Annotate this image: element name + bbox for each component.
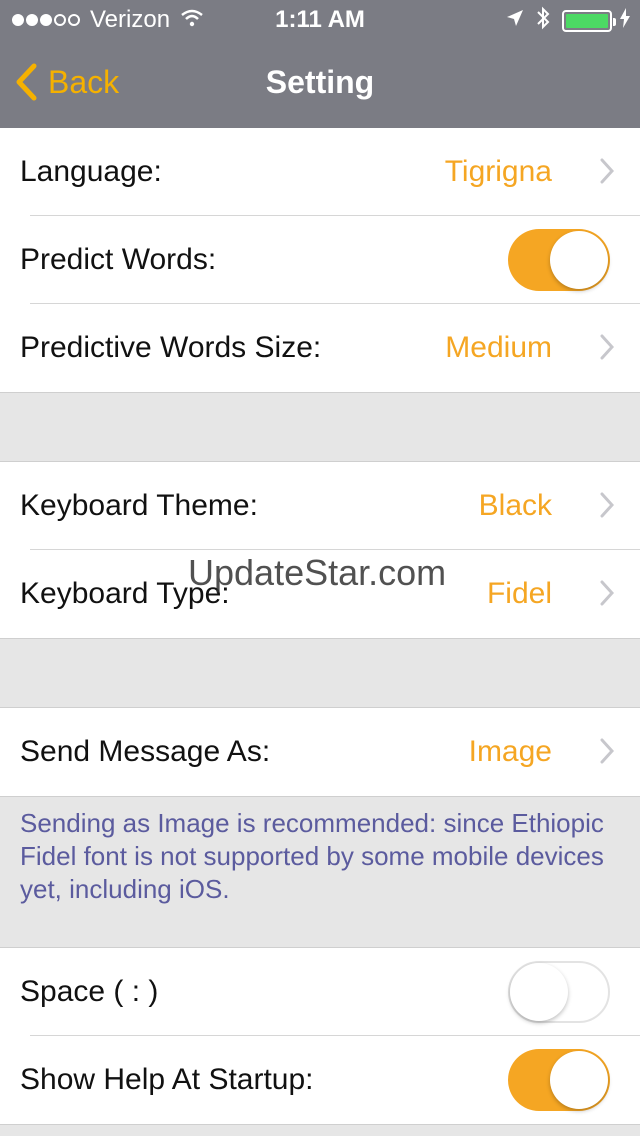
show-help-row: Show Help At Startup: bbox=[0, 1036, 640, 1124]
space-toggle[interactable] bbox=[508, 961, 610, 1023]
charging-icon bbox=[620, 8, 630, 33]
space-label: Space ( : ) bbox=[20, 975, 159, 1008]
chevron-right-icon bbox=[600, 738, 614, 764]
navigation-bar: Back Setting bbox=[0, 40, 640, 128]
predictive-size-row[interactable]: Predictive Words Size: Medium bbox=[0, 304, 640, 392]
chevron-right-icon bbox=[600, 492, 614, 518]
send-message-note: Sending as Image is recommended: since E… bbox=[20, 808, 604, 904]
send-message-label: Send Message As: bbox=[20, 735, 271, 768]
predict-words-toggle[interactable] bbox=[508, 229, 610, 291]
settings-group-general: Language: Tigrigna Predict Words: Predic… bbox=[0, 128, 640, 392]
settings-group-keyboard: Keyboard Theme: Black Keyboard Type: Fid… bbox=[0, 462, 640, 638]
header: Verizon 1:11 AM Back Setting bbox=[0, 0, 640, 128]
show-help-toggle[interactable] bbox=[508, 1049, 610, 1111]
predict-words-label: Predict Words: bbox=[20, 243, 217, 276]
chevron-right-icon bbox=[600, 158, 614, 184]
space-row: Space ( : ) bbox=[0, 948, 640, 1036]
keyboard-type-value: Fidel bbox=[486, 577, 552, 610]
settings-group-misc: Space ( : ) Show Help At Startup: bbox=[0, 948, 640, 1124]
battery-icon bbox=[562, 9, 616, 32]
send-message-row[interactable]: Send Message As: Image bbox=[0, 708, 640, 796]
predictive-size-label: Predictive Words Size: bbox=[20, 331, 322, 364]
predict-words-row: Predict Words: bbox=[0, 216, 640, 304]
show-help-label: Show Help At Startup: bbox=[20, 1063, 314, 1096]
settings-group-message: Send Message As: Image bbox=[0, 708, 640, 796]
send-message-value: Image bbox=[468, 735, 552, 768]
keyboard-theme-row[interactable]: Keyboard Theme: Black bbox=[0, 462, 640, 550]
page-title: Setting bbox=[265, 64, 375, 100]
language-label: Language: bbox=[20, 155, 162, 188]
keyboard-theme-label: Keyboard Theme: bbox=[20, 489, 258, 522]
location-arrow-icon bbox=[506, 9, 524, 32]
status-bar: Verizon 1:11 AM bbox=[0, 0, 640, 40]
predictive-size-value: Medium bbox=[445, 331, 552, 364]
watermark: UpdateStar.com bbox=[188, 552, 447, 593]
chevron-right-icon bbox=[600, 334, 614, 360]
bluetooth-icon bbox=[536, 6, 550, 35]
settings-list: Language: Tigrigna Predict Words: Predic… bbox=[0, 128, 640, 1125]
language-row[interactable]: Language: Tigrigna bbox=[0, 128, 640, 216]
keyboard-theme-value: Black bbox=[478, 489, 552, 522]
chevron-right-icon bbox=[600, 580, 614, 606]
language-value: Tigrigna bbox=[444, 155, 552, 188]
status-right bbox=[506, 6, 630, 35]
